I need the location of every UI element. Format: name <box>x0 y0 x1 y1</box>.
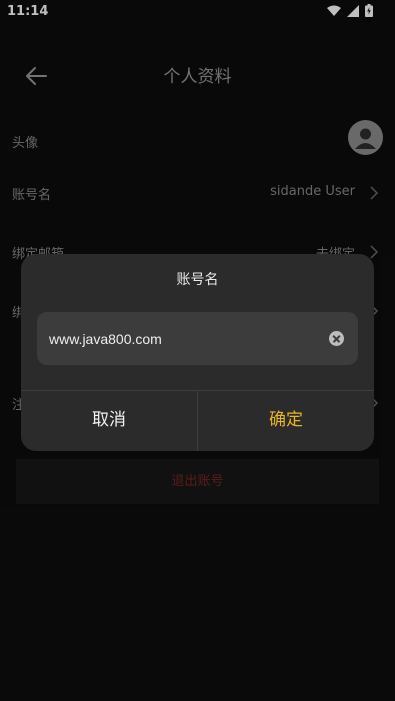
clear-icon[interactable] <box>329 331 344 346</box>
account-name-input[interactable] <box>49 312 319 365</box>
account-name-input-box <box>37 312 358 365</box>
dialog-title: 账号名 <box>176 272 219 288</box>
cancel-button[interactable]: 取消 <box>21 391 197 451</box>
edit-account-name-dialog: 账号名 取消 确定 <box>21 254 374 451</box>
confirm-button[interactable]: 确定 <box>198 391 374 451</box>
